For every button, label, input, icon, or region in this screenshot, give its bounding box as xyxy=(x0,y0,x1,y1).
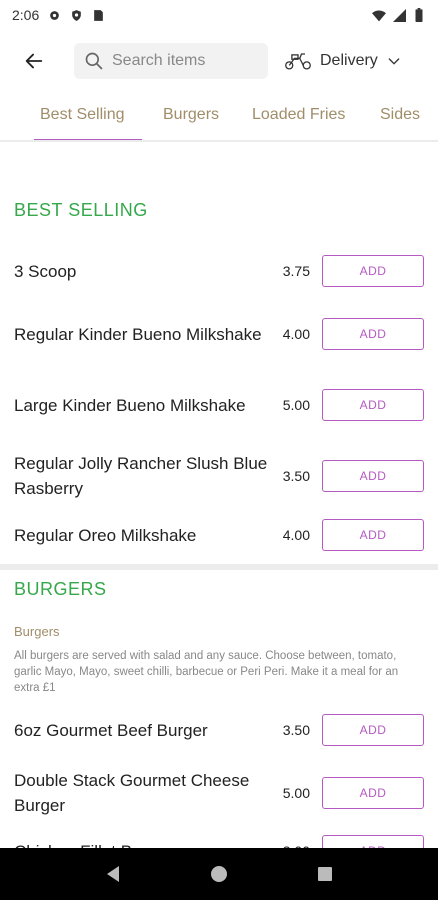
section-title-best-selling: BEST SELLING xyxy=(14,200,148,220)
nav-home-button[interactable] xyxy=(207,862,231,886)
item-name: Regular Kinder Bueno Milkshake xyxy=(14,324,262,344)
circle-home-icon xyxy=(211,866,227,882)
menu-item: Regular Oreo Milkshake 4.00 ADD xyxy=(0,518,438,552)
add-button[interactable]: ADD xyxy=(322,519,424,551)
menu-item: Regular Jolly Rancher Slush Blue Rasberr… xyxy=(0,451,438,501)
section-title-burgers: BURGERS xyxy=(14,579,107,599)
scooter-icon xyxy=(285,53,311,70)
add-button[interactable]: ADD xyxy=(322,318,424,350)
search-input[interactable] xyxy=(112,52,262,70)
battery-icon xyxy=(412,8,426,22)
tab-sides[interactable]: Sides xyxy=(380,106,420,124)
item-price: 3.75 xyxy=(282,263,310,279)
item-price: 5.00 xyxy=(282,785,310,801)
section-divider xyxy=(0,564,438,570)
nav-back-button[interactable] xyxy=(101,862,125,886)
menu-item: Large Kinder Bueno Milkshake 5.00 ADD xyxy=(0,380,438,430)
item-price: 5.00 xyxy=(282,397,310,413)
item-name: Regular Oreo Milkshake xyxy=(14,525,197,545)
item-price: 4.00 xyxy=(282,527,310,543)
gear-icon xyxy=(47,8,61,22)
add-button[interactable]: ADD xyxy=(322,714,424,746)
menu-item: Regular Kinder Bueno Milkshake 4.00 ADD xyxy=(0,309,438,359)
subcategory-description: All burgers are served with salad and an… xyxy=(14,650,399,694)
back-button[interactable] xyxy=(16,43,52,79)
delivery-selector[interactable]: Delivery xyxy=(284,43,402,79)
system-nav-bar xyxy=(0,848,438,900)
square-recents-icon xyxy=(318,867,332,881)
back-arrow-icon xyxy=(25,53,43,69)
sim-icon xyxy=(91,8,105,22)
menu-item: 3 Scoop 3.75 ADD xyxy=(0,254,438,288)
status-time: 2:06 xyxy=(12,7,40,23)
signal-icon xyxy=(392,8,406,22)
search-icon xyxy=(85,52,103,70)
item-name: Regular Jolly Rancher Slush Blue Rasberr… xyxy=(14,454,268,498)
item-price: 3.50 xyxy=(282,468,310,484)
shield-icon xyxy=(69,8,83,22)
status-bar: 2:06 xyxy=(0,0,438,30)
delivery-label: Delivery xyxy=(320,52,378,69)
subcategory-label: Burgers xyxy=(14,624,60,639)
add-button[interactable]: ADD xyxy=(322,460,424,492)
active-tab-indicator xyxy=(34,139,142,140)
add-button[interactable]: ADD xyxy=(322,255,424,287)
item-price: 4.00 xyxy=(282,326,310,342)
tab-loaded-fries[interactable]: Loaded Fries xyxy=(252,106,345,124)
chevron-down-icon xyxy=(388,58,400,65)
category-tabs: Best Selling Burgers Loaded Fries Sides xyxy=(0,96,438,142)
wifi-icon xyxy=(372,8,386,22)
nav-recents-button[interactable] xyxy=(313,862,337,886)
search-box[interactable] xyxy=(74,43,268,79)
header: Delivery xyxy=(0,38,438,84)
item-name: 3 Scoop xyxy=(14,261,77,281)
add-button[interactable]: ADD xyxy=(322,389,424,421)
menu-item: Double Stack Gourmet Cheese Burger 5.00 … xyxy=(0,768,438,818)
item-name: Large Kinder Bueno Milkshake xyxy=(14,395,246,415)
triangle-back-icon xyxy=(107,866,119,882)
item-price: 3.50 xyxy=(282,722,310,738)
item-name: Double Stack Gourmet Cheese Burger xyxy=(14,771,250,815)
tab-best-selling[interactable]: Best Selling xyxy=(40,106,125,124)
add-button[interactable]: ADD xyxy=(322,777,424,809)
item-name: 6oz Gourmet Beef Burger xyxy=(14,720,208,740)
menu-item: 6oz Gourmet Beef Burger 3.50 ADD xyxy=(0,713,438,747)
tab-burgers[interactable]: Burgers xyxy=(163,106,219,124)
